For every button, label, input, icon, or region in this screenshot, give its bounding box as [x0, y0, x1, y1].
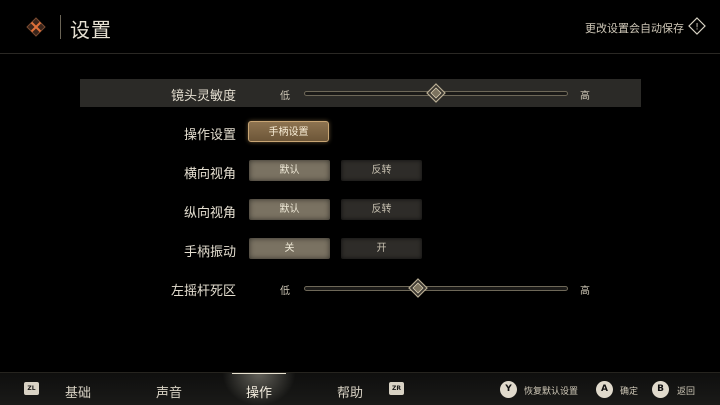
horizontal-view-default-button[interactable]: 默认 [249, 160, 330, 181]
bottom-bar: ZL 基础 声音 操作 帮助 ZR Y 恢复默认设置 A 确定 B 返回 [0, 372, 720, 405]
camera-sensitivity-low-label: 低 [280, 91, 290, 102]
warning-icon: ! [688, 17, 706, 35]
vertical-view-default-button[interactable]: 默认 [249, 199, 330, 220]
camera-sensitivity-high-label: 高 [580, 91, 590, 102]
left-stick-deadzone-high-label: 高 [580, 286, 590, 297]
camera-sensitivity-label: 镜头灵敏度 [170, 89, 236, 104]
close-icon[interactable] [26, 17, 46, 37]
a-button-icon[interactable]: A [596, 381, 613, 398]
page-title: 设置 [70, 18, 112, 42]
controls-label: 操作设置 [183, 128, 236, 143]
vertical-view-label: 纵向视角 [183, 206, 236, 221]
vibration-on-button[interactable]: 开 [341, 238, 422, 259]
tab-controls[interactable]: 操作 [246, 382, 272, 401]
b-button-icon[interactable]: B [652, 381, 669, 398]
row-horizontal-view: 横向视角 默认 反转 [80, 157, 641, 185]
restore-defaults-label[interactable]: 恢复默认设置 [524, 384, 578, 397]
confirm-label[interactable]: 确定 [620, 384, 638, 397]
tab-basic[interactable]: 基础 [65, 382, 91, 401]
left-stick-deadzone-knob[interactable] [407, 278, 428, 298]
header-rule [0, 53, 720, 54]
row-vibration: 手柄振动 关 开 [80, 235, 641, 263]
active-tab-indicator [232, 373, 286, 374]
back-label[interactable]: 返回 [677, 384, 695, 397]
tab-help[interactable]: 帮助 [337, 382, 363, 401]
camera-sensitivity-knob[interactable] [426, 83, 446, 103]
y-button-icon[interactable]: Y [500, 381, 517, 398]
controller-settings-button[interactable]: 手柄设置 [248, 121, 329, 142]
left-stick-deadzone-label: 左摇杆死区 [170, 284, 236, 299]
zr-button-icon: ZR [389, 382, 404, 395]
vibration-off-button[interactable]: 关 [249, 238, 330, 259]
left-stick-deadzone-low-label: 低 [280, 286, 290, 297]
horizontal-view-invert-button[interactable]: 反转 [341, 160, 422, 181]
horizontal-view-label: 横向视角 [183, 167, 236, 182]
autosave-notice: 更改设置会自动保存 [585, 22, 684, 35]
vertical-view-invert-button[interactable]: 反转 [341, 199, 422, 220]
zl-button-icon: ZL [24, 382, 39, 395]
row-camera-sensitivity[interactable]: 镜头灵敏度 低 高 [80, 79, 641, 107]
row-left-stick-deadzone[interactable]: 左摇杆死区 低 高 [80, 274, 641, 302]
header: 设置 更改设置会自动保存 ! [0, 0, 720, 54]
header-divider [60, 15, 61, 39]
vibration-label: 手柄振动 [183, 245, 236, 260]
tab-sound[interactable]: 声音 [156, 382, 182, 401]
row-vertical-view: 纵向视角 默认 反转 [80, 196, 641, 224]
row-controls: 操作设置 手柄设置 [80, 118, 641, 146]
svg-text:!: ! [695, 23, 699, 33]
left-stick-deadzone-track[interactable] [304, 286, 568, 291]
